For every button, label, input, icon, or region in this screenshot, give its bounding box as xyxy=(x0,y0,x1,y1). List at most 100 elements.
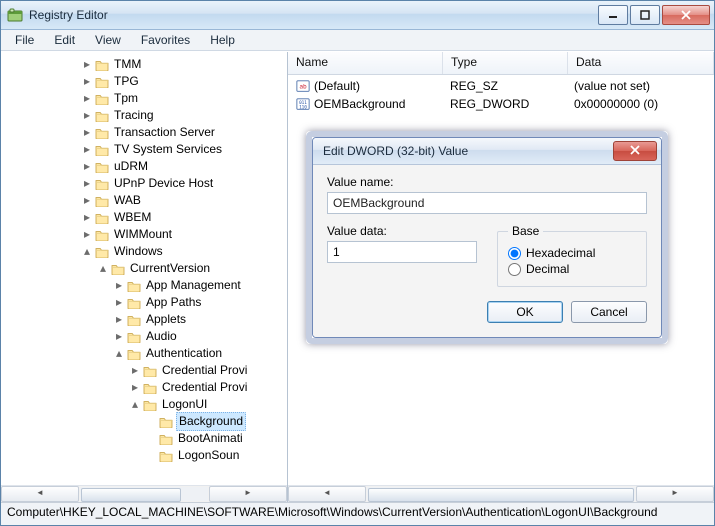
expand-toggle-icon[interactable]: ▸ xyxy=(81,56,93,73)
tree-item-label: LogonUI xyxy=(160,396,209,413)
tree-item-transaction-server[interactable]: ▸ Transaction Server xyxy=(1,124,287,141)
tree-item-authentication[interactable]: ▴ Authentication xyxy=(1,345,287,362)
svg-text:110: 110 xyxy=(299,104,307,110)
expand-toggle-icon[interactable]: ▸ xyxy=(81,209,93,226)
listview-headers[interactable]: Name Type Data xyxy=(288,52,714,75)
tree-item-credential-provider[interactable]: ▸ Credential Provi xyxy=(1,362,287,379)
tree-item-logonui[interactable]: ▴ LogonUI xyxy=(1,396,287,413)
expand-toggle-icon[interactable]: ▴ xyxy=(129,396,141,413)
tree-item-credential-provider[interactable]: ▸ Credential Provi xyxy=(1,379,287,396)
expand-toggle-icon[interactable]: ▸ xyxy=(113,294,125,311)
close-button[interactable] xyxy=(662,5,710,25)
cancel-button[interactable]: Cancel xyxy=(571,301,647,323)
tree-item-label: Background xyxy=(176,412,246,431)
tree-item-label: Applets xyxy=(144,311,188,328)
tree-item-upnp-device-host[interactable]: ▸UPnP Device Host xyxy=(1,175,287,192)
expand-toggle-icon[interactable]: ▸ xyxy=(113,277,125,294)
tree-item-logonsoun[interactable]: LogonSoun xyxy=(1,447,287,464)
dialog-close-button[interactable] xyxy=(613,141,657,161)
value-type: REG_SZ xyxy=(450,79,498,93)
tree-item-label: Tpm xyxy=(112,90,140,107)
svg-text:ab: ab xyxy=(299,84,307,91)
dialog-title: Edit DWORD (32-bit) Value xyxy=(323,144,613,158)
radio-hex-label: Hexadecimal xyxy=(526,246,595,260)
tree-item-label: CurrentVersion xyxy=(128,260,212,277)
tree-item-tpm[interactable]: ▸ Tpm xyxy=(1,90,287,107)
expand-toggle-icon[interactable]: ▸ xyxy=(81,90,93,107)
tree-item-label: WIMMount xyxy=(112,226,174,243)
menu-favorites[interactable]: Favorites xyxy=(131,31,200,49)
menu-view[interactable]: View xyxy=(85,31,131,49)
tree-item-label: TMM xyxy=(112,56,143,73)
value-data: (value not set) xyxy=(574,79,650,93)
tree-item-tmm[interactable]: ▸ TMM xyxy=(1,56,287,73)
base-group: Base Hexadecimal Decimal xyxy=(497,224,647,287)
radio-dec-label: Decimal xyxy=(526,262,569,276)
tree-item-tv-system-services[interactable]: ▸ TV System Services xyxy=(1,141,287,158)
tree-item-currentversion[interactable]: ▴ CurrentVersion xyxy=(1,260,287,277)
titlebar[interactable]: Registry Editor xyxy=(1,1,714,30)
tree-item-windows[interactable]: ▴Windows xyxy=(1,243,287,260)
value-type: REG_DWORD xyxy=(450,97,529,111)
status-path: Computer\HKEY_LOCAL_MACHINE\SOFTWARE\Mic… xyxy=(7,505,657,519)
tree-item-wab[interactable]: ▸WAB xyxy=(1,192,287,209)
expand-toggle-icon[interactable]: ▸ xyxy=(81,73,93,90)
minimize-button[interactable] xyxy=(598,5,628,25)
expand-toggle-icon[interactable]: ▸ xyxy=(113,328,125,345)
tree-item-label: App Paths xyxy=(144,294,203,311)
tree-item-label: Authentication xyxy=(144,345,224,362)
tree-item-label: Tracing xyxy=(112,107,156,124)
tree-item-label: Credential Provi xyxy=(160,379,249,396)
tree-item-app-management[interactable]: ▸App Management xyxy=(1,277,287,294)
expand-toggle-icon[interactable]: ▸ xyxy=(113,311,125,328)
tree-item-tpg[interactable]: ▸TPG xyxy=(1,73,287,90)
expand-toggle-icon[interactable]: ▸ xyxy=(129,379,141,396)
registry-tree[interactable]: ▸TMM▸TPG▸Tpm▸Tracing▸Transaction Server▸… xyxy=(1,56,287,464)
tree-item-audio[interactable]: ▸Audio xyxy=(1,328,287,345)
tree-item-wbem[interactable]: ▸WBEM xyxy=(1,209,287,226)
tree-item-app-paths[interactable]: ▸ App Paths xyxy=(1,294,287,311)
value-data: 0x00000000 (0) xyxy=(574,97,658,111)
tree-item-tracing[interactable]: ▸ Tracing xyxy=(1,107,287,124)
list-row[interactable]: ab(Default)REG_SZ(value not set) xyxy=(288,77,714,95)
expand-toggle-icon[interactable]: ▸ xyxy=(81,107,93,124)
tree-item-label: TV System Services xyxy=(112,141,224,158)
tree-item-applets[interactable]: ▸ Applets xyxy=(1,311,287,328)
values-hscrollbar[interactable]: ◄ ► xyxy=(288,485,714,502)
col-data[interactable]: Data xyxy=(568,52,714,74)
expand-toggle-icon[interactable]: ▸ xyxy=(81,158,93,175)
radio-hex[interactable] xyxy=(508,247,521,260)
expand-toggle-icon[interactable]: ▴ xyxy=(113,345,125,362)
tree-hscrollbar[interactable]: ◄ ► xyxy=(1,485,287,502)
expand-toggle-icon[interactable]: ▴ xyxy=(81,243,93,260)
tree-item-bootanimati[interactable]: BootAnimati xyxy=(1,430,287,447)
expand-toggle-icon[interactable]: ▸ xyxy=(129,362,141,379)
col-type[interactable]: Type xyxy=(443,52,568,74)
dialog-titlebar[interactable]: Edit DWORD (32-bit) Value xyxy=(313,138,661,165)
expand-toggle-icon[interactable]: ▸ xyxy=(81,141,93,158)
tree-item-label: Transaction Server xyxy=(112,124,217,141)
tree-item-wimmount[interactable]: ▸ WIMMount xyxy=(1,226,287,243)
menu-file[interactable]: File xyxy=(5,31,44,49)
tree-item-label: Credential Provi xyxy=(160,362,249,379)
expand-toggle-icon[interactable]: ▸ xyxy=(81,192,93,209)
list-row[interactable]: 011110OEMBackgroundREG_DWORD0x00000000 (… xyxy=(288,95,714,113)
tree-item-udrm[interactable]: ▸uDRM xyxy=(1,158,287,175)
menu-help[interactable]: Help xyxy=(200,31,245,49)
value-data-label: Value data: xyxy=(327,224,477,238)
regedit-app-icon xyxy=(7,7,23,23)
expand-toggle-icon[interactable]: ▸ xyxy=(81,175,93,192)
menubar: File Edit View Favorites Help xyxy=(1,30,714,51)
maximize-button[interactable] xyxy=(630,5,660,25)
col-name[interactable]: Name xyxy=(288,52,443,74)
value-data-field[interactable] xyxy=(327,241,477,263)
expand-toggle-icon[interactable]: ▴ xyxy=(97,260,109,277)
radio-dec[interactable] xyxy=(508,263,521,276)
value-name-label: Value name: xyxy=(327,175,647,189)
value-name-field[interactable] xyxy=(327,192,647,214)
tree-item-background[interactable]: Background xyxy=(1,413,287,430)
expand-toggle-icon[interactable]: ▸ xyxy=(81,226,93,243)
expand-toggle-icon[interactable]: ▸ xyxy=(81,124,93,141)
menu-edit[interactable]: Edit xyxy=(44,31,85,49)
ok-button[interactable]: OK xyxy=(487,301,563,323)
